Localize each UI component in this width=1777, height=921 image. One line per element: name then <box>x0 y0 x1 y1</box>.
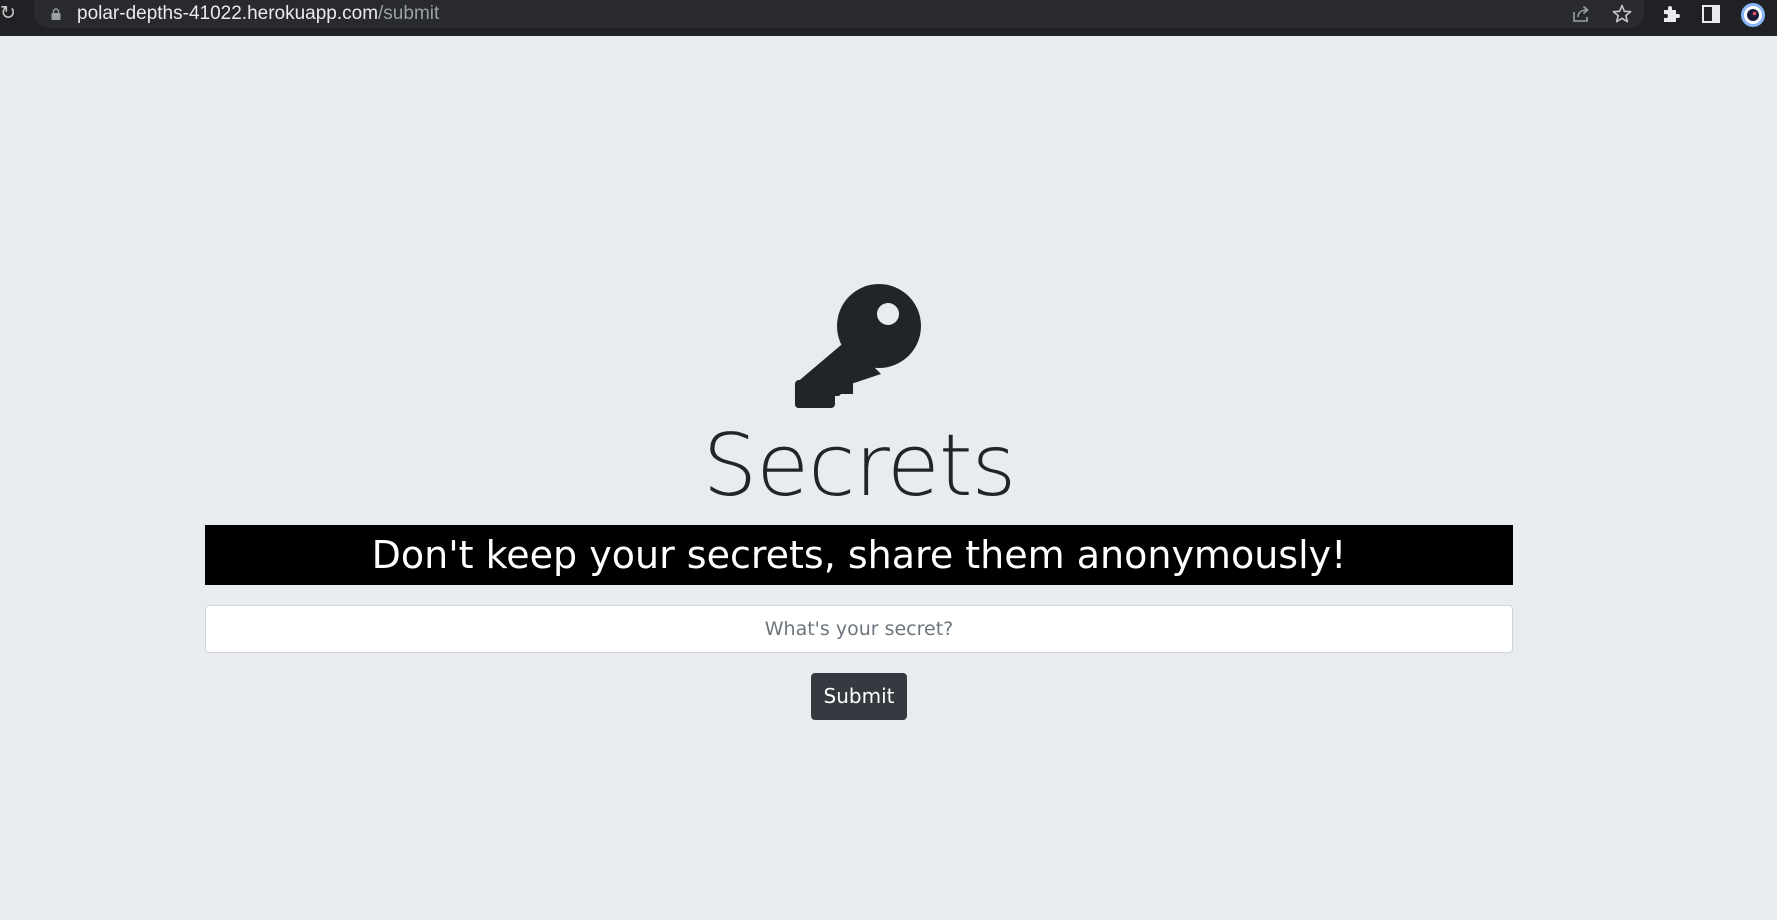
submit-button[interactable]: Submit <box>811 673 907 720</box>
secret-input[interactable] <box>205 605 1513 653</box>
key-icon <box>795 284 921 408</box>
browser-toolbar: ↻ polar-depths-41022.herokuapp.com/submi… <box>0 0 1777 36</box>
url-host: polar-depths-41022.herokuapp.com <box>77 3 379 24</box>
page-title: Secrets <box>702 416 1017 516</box>
share-icon[interactable] <box>1570 3 1592 25</box>
extensions-icon[interactable] <box>1660 3 1682 25</box>
tagline-banner: Don't keep your secrets, share them anon… <box>205 525 1513 585</box>
star-icon[interactable] <box>1611 3 1633 25</box>
profile-avatar-icon[interactable] <box>1740 2 1766 28</box>
lock-icon <box>51 8 61 20</box>
url-path: /submit <box>378 3 440 24</box>
side-panel-icon[interactable] <box>1700 3 1722 25</box>
address-bar-url[interactable]: polar-depths-41022.herokuapp.com/submit <box>77 3 439 25</box>
reload-icon[interactable]: ↻ <box>0 4 20 24</box>
